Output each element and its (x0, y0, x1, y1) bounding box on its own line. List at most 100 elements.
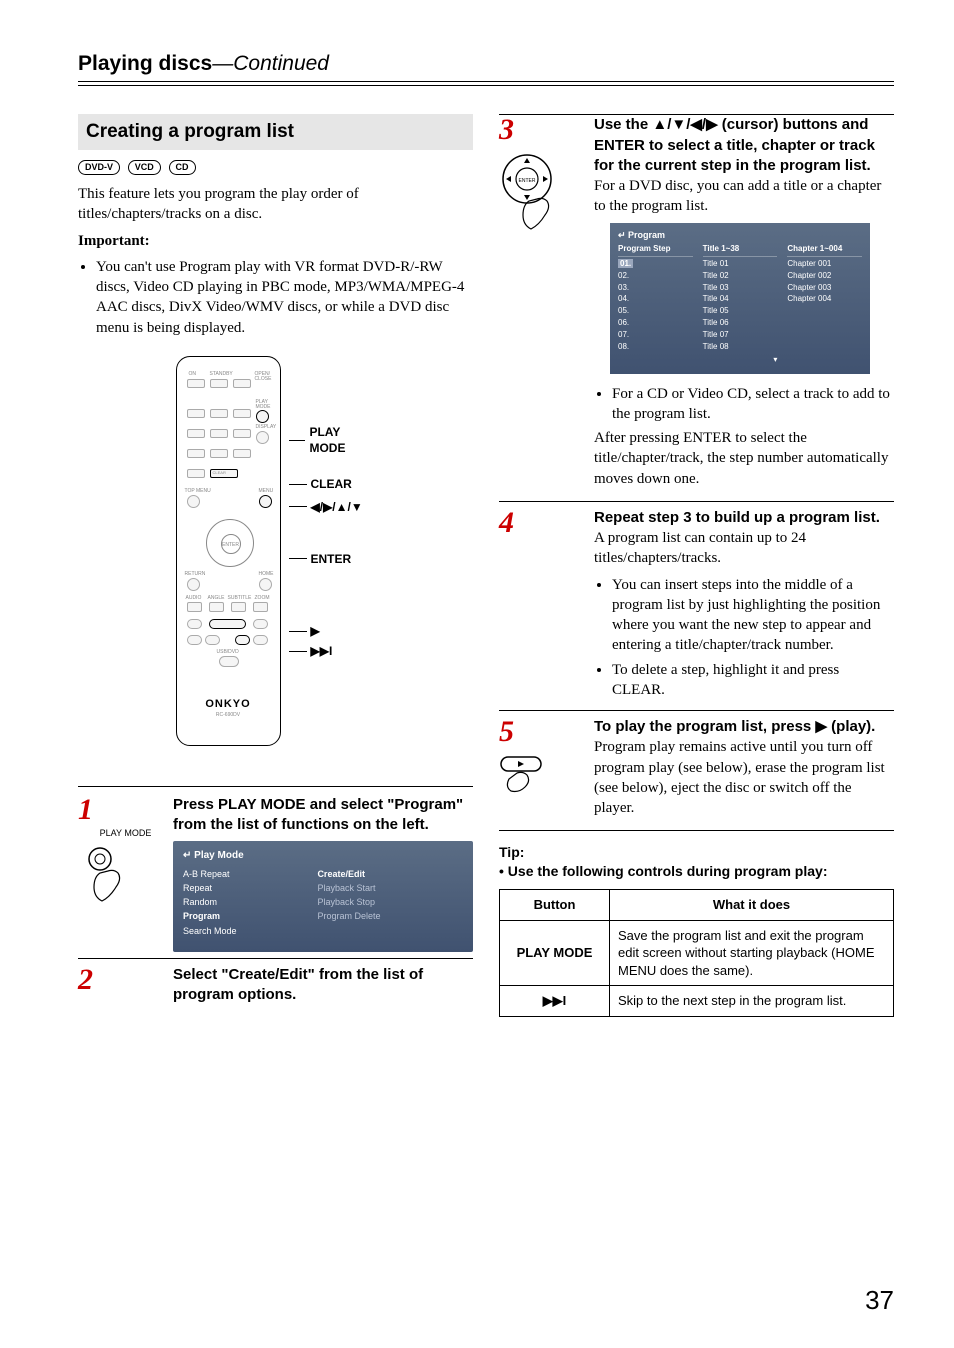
remote-pause-button (253, 619, 268, 629)
remote-num-6 (233, 429, 251, 438)
step-2-title: Select "Create/Edit" from the list of pr… (173, 965, 473, 1006)
callout-play-mode: PLAY MODE (289, 424, 376, 456)
step-5-number: 5 (499, 717, 594, 747)
play-mode-press-icon (78, 845, 128, 905)
step-3-bullet: For a CD or Video CD, select a track to … (612, 384, 894, 425)
remote-num-2 (210, 409, 228, 418)
label-usb-dvd: USB/DVD (217, 649, 239, 656)
remote-dpad: ENTER (206, 519, 254, 567)
remote-home-button (259, 578, 272, 591)
remote-prev-button (205, 635, 220, 645)
step-1-title: Press PLAY MODE and select "Program" fro… (173, 795, 473, 836)
remote-callouts: PLAY MODE CLEAR ◀/▶/▲/▼ ENTER ▶ ▶▶I (289, 356, 376, 659)
osd-left-item: Random (183, 895, 299, 909)
label-return: RETURN (185, 571, 206, 578)
program-osd-header: Program (628, 230, 665, 240)
program-step-cell: 04. (618, 294, 693, 306)
intro-text: This feature lets you program the play o… (78, 184, 473, 225)
label-angle: ANGLE (208, 595, 225, 602)
remote-zoom-button (253, 602, 268, 612)
program-title-cell: Title 08 (703, 341, 778, 353)
remote-num-3 (233, 409, 251, 418)
badge-dvdv: DVD-V (78, 160, 120, 175)
remote-num-9 (233, 449, 251, 458)
left-column: Creating a program list DVD-V VCD CD Thi… (78, 114, 473, 1017)
remote-fwd-scan-button (253, 635, 268, 645)
label-play-mode: PLAY MODE (256, 400, 271, 410)
remote-audio-button (187, 602, 202, 612)
remote-return-button (187, 578, 200, 591)
remote-brand-text: ONKYO (205, 698, 250, 710)
remote-brand: ONKYO RC-690DV (177, 697, 280, 719)
program-chapter-cell: Chapter 002 (787, 270, 862, 282)
program-col3-header: Chapter 1~004 (787, 244, 862, 257)
program-title-cell: Title 04 (703, 294, 778, 306)
right-column: 3 ENTER Use the ▲/▼/◀/▶ (499, 114, 894, 1017)
step-1-number: 1 (78, 795, 173, 825)
label-subtitle: SUBTITLE (228, 595, 252, 602)
osd-left-item-selected: Program (183, 909, 299, 923)
remote-body: ON STANDBY OPEN/ CLOSE PLAY MODE DISPLAY (176, 356, 281, 746)
program-step-cell: 08. (618, 341, 693, 353)
remote-enter-button: ENTER (221, 534, 241, 554)
callout-play: ▶ (289, 623, 376, 639)
important-list: You can't use Program play with VR forma… (78, 257, 473, 338)
remote-model-text: RC-690DV (177, 712, 280, 719)
controls-table: Button What it does PLAY MODE Save the p… (499, 889, 894, 1017)
label-on: ON (189, 371, 197, 378)
program-step-cell: 03. (618, 282, 693, 294)
running-head-title: Playing discs (78, 52, 212, 75)
step-1-icon-label: PLAY MODE (78, 827, 173, 839)
page-number: 37 (865, 1283, 894, 1318)
down-arrow-icon: ▾ (703, 355, 778, 366)
step-5-body: Program play remains active until you tu… (594, 737, 894, 818)
label-standby: STANDBY (210, 371, 233, 378)
program-step-cell: 01. (618, 259, 633, 268)
play-triangle-icon: ▶ (815, 718, 827, 735)
remote-num-0 (187, 469, 205, 478)
label-top-menu: TOP MENU (185, 488, 211, 495)
program-step-cell: 05. (618, 306, 693, 318)
program-osd: ↵ Program Program Step 01. 02. 03. 04. 0… (610, 223, 870, 374)
callout-cursor: ◀/▶/▲/▼ (289, 499, 376, 515)
remote-standby-button (210, 379, 228, 388)
step-3-number: 3 (499, 115, 594, 145)
remote-rev-scan-button (187, 635, 202, 645)
step-3-body2: After pressing ENTER to select the title… (594, 428, 894, 489)
label-audio: AUDIO (186, 595, 202, 602)
program-title-cell: Title 06 (703, 318, 778, 330)
remote-num-4 (187, 429, 205, 438)
label-zoom: ZOOM (255, 595, 270, 602)
program-chapter-cell: Chapter 004 (787, 294, 862, 306)
program-col2-header: Title 1~38 (703, 244, 778, 257)
important-item: You can't use Program play with VR forma… (96, 257, 473, 338)
label-home: HOME (259, 571, 274, 578)
program-title-cell: Title 05 (703, 306, 778, 318)
program-title-cell: Title 03 (703, 282, 778, 294)
table-row: PLAY MODE Save the program list and exit… (500, 920, 894, 986)
osd-left-item: Repeat (183, 881, 299, 895)
running-head-continued: —Continued (212, 52, 329, 75)
tip-line: • Use the following controls during prog… (499, 862, 894, 881)
program-step-cell: 06. (618, 318, 693, 330)
table-header-button: Button (500, 890, 610, 921)
program-title-cell: Title 07 (703, 329, 778, 341)
callout-clear: CLEAR (289, 476, 376, 492)
rule (78, 85, 894, 86)
step-4: 4 Repeat step 3 to build up a program li… (499, 501, 894, 704)
remote-num-8 (210, 449, 228, 458)
remote-stop-button (187, 619, 202, 629)
play-mode-osd: ↵ Play Mode A-B Repeat Repeat Random Pro… (173, 841, 473, 951)
callout-next: ▶▶I (289, 643, 376, 659)
remote-figure: ON STANDBY OPEN/ CLOSE PLAY MODE DISPLAY (176, 356, 376, 746)
important-label: Important: (78, 231, 473, 251)
remote-menu-button (259, 495, 272, 508)
disc-badges: DVD-V VCD CD (78, 156, 473, 176)
remote-play-mode-button (256, 410, 269, 423)
program-title-cell: Title 02 (703, 270, 778, 282)
program-chapter-cell: Chapter 003 (787, 282, 862, 294)
running-head: Playing discs—Continued (78, 50, 894, 82)
remote-num-7 (187, 449, 205, 458)
osd-right-item: Program Delete (317, 909, 463, 923)
program-step-cell: 02. (618, 270, 693, 282)
